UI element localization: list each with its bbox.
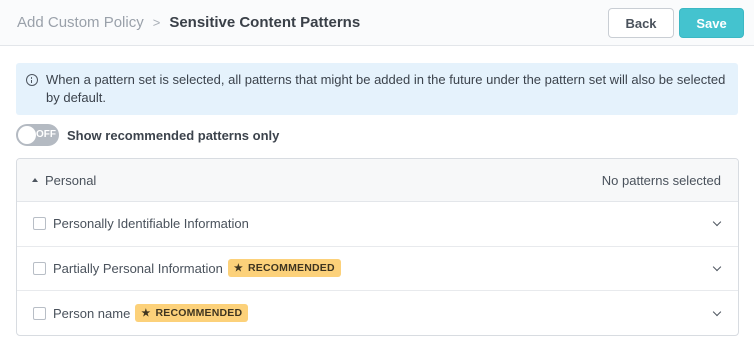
- info-banner-text: When a pattern set is selected, all patt…: [46, 72, 726, 105]
- page-header: Add Custom Policy > Sensitive Content Pa…: [0, 0, 754, 46]
- pattern-group-panel: Personal No patterns selected Personally…: [16, 158, 739, 336]
- back-button[interactable]: Back: [608, 8, 674, 38]
- breadcrumb: Add Custom Policy > Sensitive Content Pa…: [17, 12, 360, 32]
- pattern-row-person-name[interactable]: Person name ★ RECOMMENDED: [17, 291, 738, 335]
- chevron-down-icon[interactable]: [712, 262, 722, 271]
- breadcrumb-parent-link[interactable]: Add Custom Policy: [17, 14, 144, 31]
- group-name: Personal: [45, 172, 97, 188]
- recommended-toggle-row: OFF Show recommended patterns only: [16, 124, 279, 146]
- save-button[interactable]: Save: [679, 8, 744, 38]
- pattern-label: Personally Identifiable Information: [53, 216, 249, 232]
- star-icon: ★: [141, 307, 151, 319]
- pattern-checkbox[interactable]: [33, 217, 46, 231]
- recommended-badge: ★ RECOMMENDED: [135, 304, 249, 323]
- info-banner: When a pattern set is selected, all patt…: [16, 63, 738, 115]
- pattern-checkbox[interactable]: [33, 306, 46, 320]
- recommended-badge: ★ RECOMMENDED: [227, 259, 341, 278]
- caret-up-icon[interactable]: [32, 178, 38, 182]
- badge-label: RECOMMENDED: [247, 262, 335, 275]
- pattern-label: Partially Personal Information: [53, 260, 223, 276]
- info-icon: [26, 74, 38, 86]
- pattern-row-pii[interactable]: Personally Identifiable Information: [17, 202, 738, 247]
- star-icon: ★: [233, 262, 243, 274]
- page-title: Sensitive Content Patterns: [169, 13, 361, 31]
- toggle-state-text: OFF: [36, 129, 56, 140]
- toggle-knob: [18, 126, 36, 144]
- breadcrumb-separator-icon: >: [152, 14, 161, 30]
- pattern-checkbox[interactable]: [33, 261, 46, 275]
- badge-label: RECOMMENDED: [155, 307, 243, 320]
- pattern-row-partially-personal[interactable]: Partially Personal Information ★ RECOMME…: [17, 247, 738, 291]
- group-selection-status: No patterns selected: [601, 172, 721, 188]
- group-header-personal[interactable]: Personal No patterns selected: [17, 159, 738, 202]
- chevron-down-icon[interactable]: [712, 307, 722, 316]
- chevron-down-icon[interactable]: [712, 218, 722, 227]
- pattern-label: Person name: [53, 305, 131, 321]
- recommended-only-toggle[interactable]: OFF: [16, 124, 59, 146]
- toggle-label: Show recommended patterns only: [67, 127, 280, 143]
